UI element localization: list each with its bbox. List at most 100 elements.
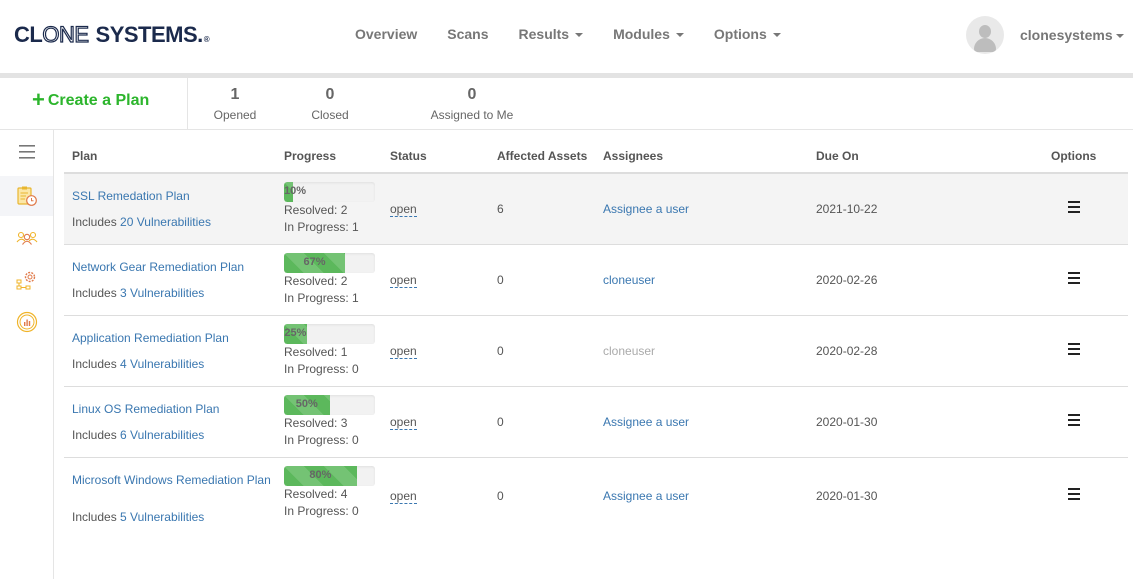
stat-closed[interactable]: 0 Closed — [305, 86, 355, 122]
sidebar-item-users[interactable] — [0, 220, 53, 256]
remediation-plans-table: Plan Progress Status Affected Assets Ass… — [64, 141, 1128, 536]
progress-cell: 10% Resolved: 2 In Progress: 1 — [284, 182, 376, 236]
progress-bar: 25% — [284, 324, 375, 344]
network-settings-icon — [16, 271, 35, 290]
stat-opened[interactable]: 1 Opened — [210, 86, 260, 122]
plan-name-link[interactable]: Application Remediation Plan — [72, 330, 272, 347]
stat-assigned-value: 0 — [467, 86, 477, 103]
logo-word-clone: CLONE — [14, 21, 90, 48]
nav-scans[interactable]: Scans — [447, 26, 488, 42]
affected-assets-count: 0 — [497, 273, 504, 287]
assignee-link[interactable]: Assignee a user — [603, 489, 689, 503]
in-progress-count: In Progress: 0 — [284, 362, 359, 376]
nav-overview-label: Overview — [355, 26, 418, 42]
includes-prefix: Includes — [72, 428, 121, 442]
sidebar-item-network[interactable] — [0, 263, 53, 299]
create-plan-button[interactable]: + Create a Plan — [32, 89, 150, 111]
vulnerabilities-link[interactable]: 5 Vulnerabilities — [120, 510, 204, 524]
users-group-icon — [16, 231, 37, 245]
column-header-assignees[interactable]: Assignees — [603, 149, 663, 163]
user-name[interactable]: clonesystems — [1020, 27, 1124, 43]
in-progress-count: In Progress: 1 — [284, 220, 359, 234]
sidebar-toggle[interactable] — [0, 134, 53, 170]
row-options-menu-icon[interactable] — [1066, 414, 1082, 428]
caret-down-icon — [575, 33, 584, 37]
nav-results[interactable]: Results — [519, 26, 584, 42]
nav-overview[interactable]: Overview — [355, 26, 417, 42]
nav-options-label: Options — [713, 26, 767, 42]
status-editable[interactable]: open — [390, 415, 417, 430]
table-header: Plan Progress Status Affected Assets Ass… — [64, 141, 1128, 174]
sidebar-item-remediation-plans[interactable] — [0, 176, 53, 216]
create-plan-label: Create a Plan — [47, 92, 150, 109]
clone-systems-logo[interactable]: CLONE SYSTEMS. ® — [14, 21, 210, 48]
column-header-affected-assets[interactable]: Affected Assets — [497, 149, 587, 163]
status-editable[interactable]: open — [390, 273, 417, 288]
due-date: 2020-01-30 — [816, 489, 878, 503]
assignee-link[interactable]: cloneuser — [603, 344, 655, 358]
column-header-progress[interactable]: Progress — [284, 149, 336, 163]
progress-percent-label: 80% — [309, 469, 332, 481]
progress-bar: 50% — [284, 395, 375, 415]
caret-down-icon — [1115, 34, 1124, 38]
includes-prefix: Includes — [72, 286, 121, 300]
status-editable[interactable]: open — [390, 344, 417, 359]
affected-assets-count: 0 — [497, 415, 504, 429]
row-options-menu-icon[interactable] — [1066, 272, 1082, 286]
assignee-link[interactable]: Assignee a user — [603, 202, 689, 216]
resolved-count: Resolved: 3 — [284, 416, 348, 430]
logo-registered-mark: ® — [203, 35, 210, 44]
in-progress-count: In Progress: 1 — [284, 291, 359, 305]
vulnerabilities-link[interactable]: 6 Vulnerabilities — [120, 428, 204, 442]
nav-results-label: Results — [518, 26, 570, 42]
row-options-menu-icon[interactable] — [1066, 343, 1082, 357]
progress-cell: 25% Resolved: 1 In Progress: 0 — [284, 324, 376, 378]
progress-percent-label: 10% — [284, 185, 307, 197]
plan-name-link[interactable]: SSL Remedation Plan — [72, 188, 272, 205]
nav-scans-label: Scans — [447, 26, 489, 42]
row-options-menu-icon[interactable] — [1066, 201, 1082, 215]
remediation-plan-icon — [16, 186, 37, 206]
user-menu[interactable]: clonesystems — [966, 16, 1124, 54]
vulnerabilities-link[interactable]: 20 Vulnerabilities — [120, 215, 211, 229]
stat-opened-value: 1 — [230, 86, 240, 103]
nav-modules[interactable]: Modules — [613, 26, 684, 42]
vulnerabilities-link[interactable]: 3 Vulnerabilities — [120, 286, 204, 300]
main-nav: Overview Scans Results Modules Options — [355, 26, 811, 42]
caret-down-icon — [675, 33, 684, 37]
progress-percent-label: 67% — [303, 256, 326, 268]
progress-cell: 67% Resolved: 2 In Progress: 1 — [284, 253, 376, 307]
avatar-head — [979, 25, 991, 38]
stat-opened-label: Opened — [213, 108, 257, 122]
table-row: Linux OS Remediation Plan Includes 6 Vul… — [64, 387, 1128, 458]
reports-chart-icon — [16, 311, 37, 333]
column-header-status[interactable]: Status — [390, 149, 427, 163]
column-header-due-on[interactable]: Due On — [816, 149, 859, 163]
table-row: SSL Remedation Plan Includes 20 Vulnerab… — [64, 174, 1128, 245]
plan-includes: Includes 4 Vulnerabilities — [72, 357, 204, 371]
table-row: Application Remediation Plan Includes 4 … — [64, 316, 1128, 387]
status-editable[interactable]: open — [390, 202, 417, 217]
assignee-link[interactable]: Assignee a user — [603, 415, 689, 429]
row-options-menu-icon[interactable] — [1066, 488, 1082, 502]
nav-modules-label: Modules — [613, 26, 670, 42]
plan-name-link[interactable]: Network Gear Remediation Plan — [72, 259, 272, 276]
plan-name-link[interactable]: Linux OS Remediation Plan — [72, 401, 272, 418]
menu-icon — [18, 145, 35, 159]
includes-prefix: Includes — [72, 215, 121, 229]
status-editable[interactable]: open — [390, 489, 417, 504]
plan-includes: Includes 3 Vulnerabilities — [72, 286, 204, 300]
affected-assets-count: 6 — [497, 202, 504, 216]
includes-prefix: Includes — [72, 510, 121, 524]
sidebar-item-reports[interactable] — [0, 304, 53, 340]
progress-percent-label: 25% — [284, 327, 307, 339]
column-header-plan[interactable]: Plan — [72, 149, 97, 163]
logo-word-systems: SYSTEMS. — [95, 22, 204, 47]
stat-assigned-to-me[interactable]: 0 Assigned to Me — [427, 86, 517, 122]
column-header-options: Options — [1051, 149, 1097, 163]
nav-options[interactable]: Options — [714, 26, 781, 42]
logo-text-o: O — [42, 21, 60, 47]
assignee-link[interactable]: cloneuser — [603, 273, 655, 287]
vulnerabilities-link[interactable]: 4 Vulnerabilities — [120, 357, 204, 371]
plan-name-link[interactable]: Microsoft Windows Remediation Plan — [72, 472, 272, 489]
